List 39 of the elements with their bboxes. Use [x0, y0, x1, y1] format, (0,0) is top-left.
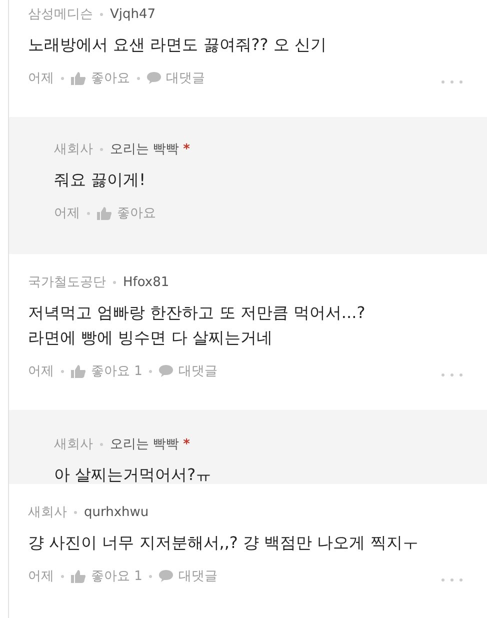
username: qurhxhwu: [84, 504, 149, 520]
comment-text: 걍 사진이 너무 지저분해서,,? 걍 백점만 나오게 찍지ㅜ: [28, 532, 420, 554]
company-name: 새회사: [28, 504, 67, 521]
like-button[interactable]: 좋아요: [71, 69, 130, 87]
like-button[interactable]: 좋아요: [97, 204, 156, 222]
reply-button[interactable]: 대댓글: [159, 362, 218, 380]
comment-text: 라면에 빵에 빙수면 다 살찌는거네: [28, 327, 274, 349]
timestamp: 어제: [54, 205, 80, 222]
more-icon[interactable]: [441, 373, 463, 377]
company-name: 삼성메디슨: [28, 6, 93, 23]
company-name: 국가철도공단: [28, 274, 106, 291]
thumbs-up-icon: [97, 206, 112, 220]
thumbs-up-icon: [71, 570, 86, 582]
timestamp: 어제: [28, 70, 54, 87]
speech-bubble-icon: [159, 365, 174, 377]
more-icon[interactable]: [441, 80, 463, 84]
company-name: 새회사: [54, 436, 93, 453]
username: Hfox81: [123, 274, 170, 290]
author-mark: *: [183, 436, 190, 452]
thumbs-up-icon: [71, 72, 86, 84]
company-name: 새회사: [54, 141, 93, 158]
comment-text: 저녁먹고 엄빠랑 한잔하고 또 저만큼 먹어서...?: [28, 302, 366, 324]
timestamp: 어제: [28, 363, 54, 380]
thumbs-up-icon: [71, 364, 86, 378]
comment-text: 아 살찌는거먹어서?ㅠ: [54, 464, 213, 484]
author-mark: *: [183, 142, 190, 156]
more-icon[interactable]: [441, 578, 463, 582]
timestamp: 어제: [28, 568, 54, 585]
comment-text: 줘요 끓이게!: [54, 169, 146, 191]
reply-button[interactable]: 대댓글: [147, 69, 205, 87]
speech-bubble-icon: [147, 72, 161, 84]
username: Vjqh47: [110, 6, 156, 22]
like-button[interactable]: 좋아요 1: [71, 567, 142, 585]
username: 오리는 빡빡: [110, 141, 180, 158]
speech-bubble-icon: [159, 570, 174, 582]
comment-text: 노래방에서 요샌 라면도 끓여줘?? 오 신기: [28, 34, 328, 56]
username: 오리는 빡빡: [110, 436, 180, 453]
like-button[interactable]: 좋아요 1: [71, 362, 142, 380]
reply-button[interactable]: 대댓글: [159, 567, 218, 585]
